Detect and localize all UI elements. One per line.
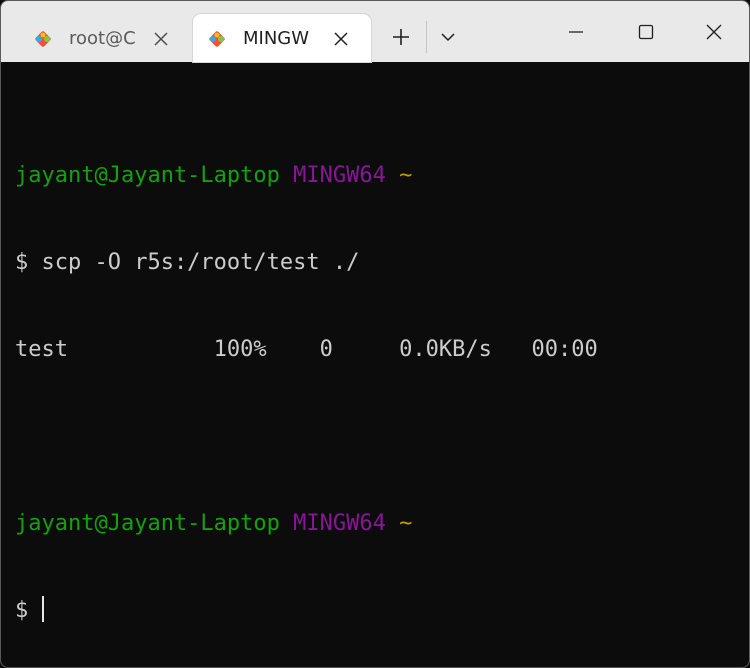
tab-label: MINGW bbox=[243, 28, 310, 49]
close-button[interactable] bbox=[679, 1, 749, 62]
tab-label: root@C bbox=[69, 28, 136, 49]
plus-icon[interactable] bbox=[385, 21, 417, 53]
prompt-user-host: jayant@Jayant-Laptop bbox=[15, 163, 280, 188]
input-line[interactable]: $ bbox=[15, 596, 739, 625]
git-icon bbox=[35, 31, 51, 47]
chevron-down-icon[interactable] bbox=[435, 23, 461, 51]
prompt-line: jayant@Jayant-Laptop MINGW64 ~ bbox=[15, 161, 739, 190]
prompt-line: jayant@Jayant-Laptop MINGW64 ~ bbox=[15, 509, 739, 538]
input-prompt: $ bbox=[15, 598, 42, 623]
terminal-window: root@C MINGW jayant@Jayant-Laptop MINGW6… bbox=[0, 0, 750, 668]
text-cursor bbox=[41, 596, 44, 622]
maximize-icon bbox=[638, 24, 654, 40]
prompt-user-host: jayant@Jayant-Laptop bbox=[15, 511, 280, 536]
minimize-button[interactable] bbox=[541, 1, 611, 62]
close-icon bbox=[706, 24, 722, 40]
prompt-path: ~ bbox=[399, 511, 413, 536]
tab-root[interactable]: root@C bbox=[19, 14, 193, 62]
close-tab-icon[interactable] bbox=[333, 31, 349, 47]
tab-mingw[interactable]: MINGW bbox=[193, 14, 371, 62]
tab-separator bbox=[426, 21, 427, 53]
transfer-output: test 100% 0 0.0KB/s 00:00 bbox=[15, 337, 598, 362]
prompt-path: ~ bbox=[399, 163, 413, 188]
maximize-button[interactable] bbox=[611, 1, 681, 62]
minimize-icon bbox=[569, 31, 583, 33]
command-line: $ scp -O r5s:/root/test ./ bbox=[15, 250, 360, 275]
close-tab-icon[interactable] bbox=[153, 31, 169, 47]
terminal-output[interactable]: jayant@Jayant-Laptop MINGW64 ~ $ scp -O … bbox=[15, 103, 739, 657]
git-icon bbox=[209, 31, 225, 47]
title-bar: root@C MINGW bbox=[1, 1, 749, 62]
prompt-env: MINGW64 bbox=[293, 511, 386, 536]
prompt-env: MINGW64 bbox=[293, 163, 386, 188]
